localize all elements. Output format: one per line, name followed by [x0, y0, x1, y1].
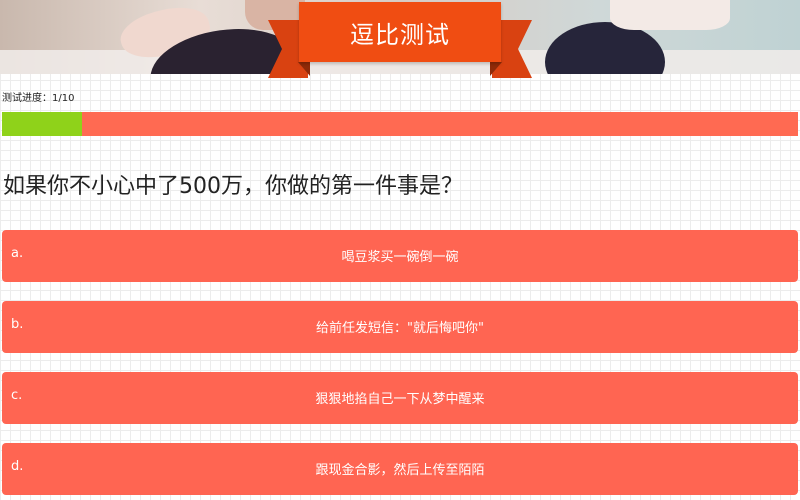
option-text: 跟现金合影，然后上传至陌陌: [315, 463, 485, 478]
page-title: 逗比测试: [350, 20, 450, 49]
progress-bar: [2, 112, 798, 136]
banner-arm-right: [610, 0, 730, 30]
option-text: 给前任发短信："就后悔吧你": [316, 321, 484, 336]
option-text: 狠狠地掐自己一下从梦中醒来: [315, 392, 485, 407]
option-a-button[interactable]: a. 喝豆浆买一碗倒一碗: [2, 230, 798, 282]
title-ribbon: 逗比测试: [299, 2, 501, 62]
progress-label: 测试进度：1/10: [2, 93, 75, 104]
option-text: 喝豆浆买一碗倒一碗: [341, 250, 459, 265]
question-text: 如果你不小心中了500万，你做的第一件事是？: [3, 174, 463, 199]
option-b-button[interactable]: b. 给前任发短信："就后悔吧你": [2, 301, 798, 353]
option-c-button[interactable]: c. 狠狠地掐自己一下从梦中醒来: [2, 372, 798, 424]
progress-fill: [2, 112, 82, 136]
option-d-button[interactable]: d. 跟现金合影，然后上传至陌陌: [2, 443, 798, 495]
